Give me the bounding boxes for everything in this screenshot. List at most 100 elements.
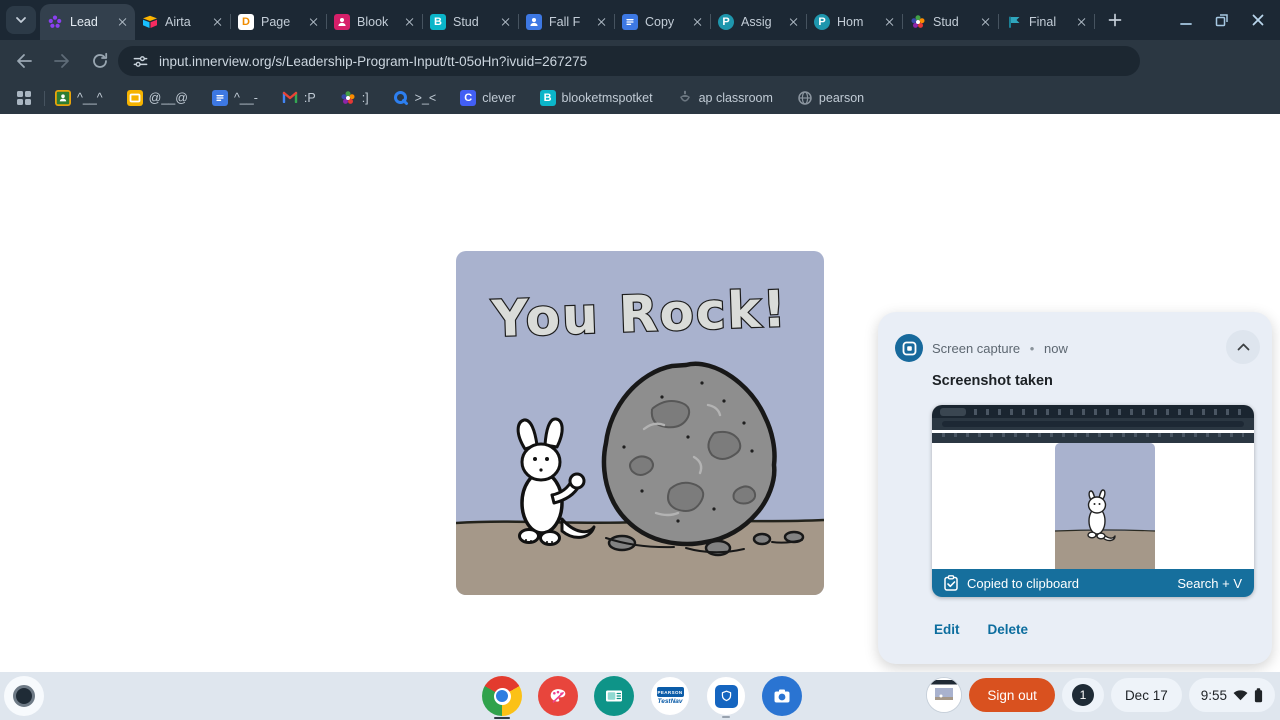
bookmark-gmail[interactable]: :P	[282, 90, 316, 106]
bookmark-pinwheel[interactable]: :]	[340, 90, 369, 106]
tab-airtable[interactable]: Airta	[135, 4, 230, 40]
back-button[interactable]	[14, 51, 34, 71]
pinwheel-icon	[340, 90, 356, 106]
tab-leadership[interactable]: Lead	[40, 4, 135, 40]
copied-toast-label: Copied to clipboard	[967, 576, 1079, 591]
restore-window-button[interactable]	[1214, 12, 1230, 28]
card-title: You Rock!	[490, 280, 788, 348]
bookmark-blooket[interactable]: B blooketmspotket	[540, 90, 653, 106]
tab-copy[interactable]: Copy	[615, 4, 710, 40]
tab-assignments[interactable]: P Assig	[711, 4, 806, 40]
bookmark-ap-classroom[interactable]: ap classroom	[677, 90, 773, 106]
palette-icon	[547, 685, 569, 707]
tab-label: Copy	[645, 15, 693, 29]
screenshot-preview-button[interactable]	[926, 677, 962, 713]
pearson-favicon-icon: P	[814, 14, 830, 30]
bookmark-label: ^__^	[77, 91, 103, 105]
wifi-icon	[1233, 689, 1248, 701]
site-settings-icon[interactable]	[132, 53, 149, 70]
pearson-favicon-icon: P	[718, 14, 734, 30]
tab-close-icon[interactable]	[885, 17, 895, 27]
forward-button[interactable]	[52, 51, 72, 71]
shield-icon	[715, 685, 738, 708]
bookmark-label: :P	[304, 91, 316, 105]
url-text: input.innerview.org/s/Leadership-Program…	[159, 54, 587, 69]
screen-capture-app-button[interactable]	[762, 676, 802, 716]
bookmarks-divider	[44, 91, 45, 106]
bookmark-docs[interactable]: ^__-	[212, 90, 258, 106]
testnav-app-button[interactable]: PEARSON TestNav	[650, 676, 690, 716]
status-area: Sign out 1 Dec 17 9:55	[926, 677, 1275, 713]
blooket-icon: B	[540, 90, 556, 106]
notification-time: now	[1044, 341, 1068, 356]
tab-label: Stud	[933, 15, 981, 29]
close-window-button[interactable]	[1250, 12, 1266, 28]
tab-label: Stud	[453, 15, 501, 29]
tab-student[interactable]: Stud	[903, 4, 998, 40]
bookmark-slides[interactable]: @__@	[127, 90, 188, 106]
chrome-icon	[494, 688, 511, 705]
tab-close-icon[interactable]	[597, 17, 607, 27]
tab-paged[interactable]: D Page	[231, 4, 326, 40]
tab-close-icon[interactable]	[405, 17, 415, 27]
bookmark-classroom[interactable]: ^__^	[55, 90, 103, 106]
securly-app-button[interactable]	[706, 676, 746, 716]
tab-close-icon[interactable]	[693, 17, 703, 27]
docs-favicon-icon	[622, 14, 638, 30]
tab-final[interactable]: Final	[999, 4, 1094, 40]
date-pill[interactable]: Dec 17	[1111, 678, 1182, 712]
q-icon	[393, 90, 409, 106]
collapse-notification-button[interactable]	[1226, 330, 1260, 364]
tab-label: Lead	[70, 15, 118, 29]
tab-close-icon[interactable]	[981, 17, 991, 27]
tab-close-icon[interactable]	[501, 17, 511, 27]
tab-strip: Lead Airta D Page Blook B Stud	[0, 0, 1280, 40]
screenshot-thumbnail[interactable]: Copied to clipboard Search + V	[932, 405, 1254, 597]
tab-search-button[interactable]	[6, 6, 36, 34]
tab-study[interactable]: B Stud	[423, 4, 518, 40]
screen-capture-icon	[895, 334, 923, 362]
thumbnail-tab-strip	[932, 405, 1254, 418]
person-blue-favicon-icon	[526, 14, 542, 30]
tab-home[interactable]: P Hom	[807, 4, 902, 40]
tab-divider	[1094, 14, 1095, 29]
bookmark-pearson[interactable]: pearson	[797, 90, 864, 106]
reload-button[interactable]	[90, 51, 110, 71]
bookmark-label: :]	[362, 91, 369, 105]
thumbnail-bookmarks-bar	[932, 433, 1254, 443]
tab-close-icon[interactable]	[1077, 17, 1087, 27]
chrome-app-button[interactable]	[482, 676, 522, 716]
clever-icon: C	[460, 90, 476, 106]
tab-close-icon[interactable]	[213, 17, 223, 27]
launcher-button[interactable]	[4, 676, 44, 716]
edit-button[interactable]: Edit	[934, 622, 960, 637]
tab-blooket[interactable]: Blook	[327, 4, 422, 40]
tab-close-icon[interactable]	[118, 17, 128, 27]
paged-favicon-icon: D	[238, 14, 254, 30]
system-tray[interactable]: 9:55	[1189, 678, 1275, 712]
address-bar[interactable]: input.innerview.org/s/Leadership-Program…	[118, 46, 1140, 76]
tab-label: Blook	[357, 15, 405, 29]
delete-button[interactable]: Delete	[988, 622, 1029, 637]
screen-capture-notification: Screen capture • now Screenshot taken	[878, 312, 1272, 664]
apps-grid-icon[interactable]	[16, 90, 32, 106]
camera-icon	[770, 684, 794, 708]
flashcards-app-button[interactable]	[594, 676, 634, 716]
classroom-icon	[55, 90, 71, 106]
minimize-button[interactable]	[1178, 12, 1194, 28]
bookmark-label: pearson	[819, 91, 864, 105]
notification-counter[interactable]: 1	[1062, 678, 1104, 712]
tab-close-icon[interactable]	[789, 17, 799, 27]
window-controls	[1178, 0, 1280, 40]
chevron-down-icon	[15, 16, 27, 24]
new-tab-button[interactable]	[1101, 6, 1129, 34]
bookmark-q[interactable]: >_<	[393, 90, 437, 106]
globe-icon	[797, 90, 813, 106]
tab-label: Page	[261, 15, 309, 29]
sign-out-button[interactable]: Sign out	[969, 678, 1055, 712]
bookmark-clever[interactable]: C clever	[460, 90, 515, 106]
flashcard-icon	[602, 684, 626, 708]
tab-close-icon[interactable]	[309, 17, 319, 27]
tab-fall[interactable]: Fall F	[519, 4, 614, 40]
canvas-app-button[interactable]	[538, 676, 578, 716]
